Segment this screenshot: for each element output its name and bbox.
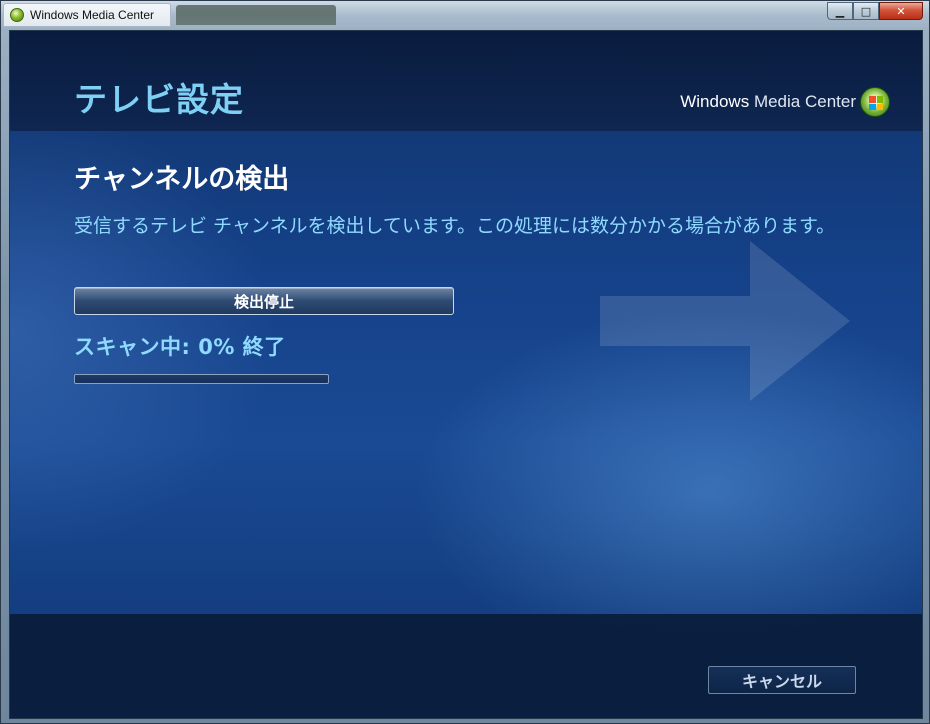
window-title-tab[interactable]: Windows Media Center (3, 3, 171, 27)
stop-detection-button[interactable]: 検出停止 (74, 287, 454, 315)
page-title: テレビ設定 (74, 80, 244, 119)
section-title: チャンネルの検出 (74, 164, 290, 195)
window-title: Windows Media Center (30, 8, 155, 22)
minimize-button[interactable]: ▁ (827, 2, 853, 20)
brand-secondary: Media Center (753, 92, 856, 111)
media-center-app-icon (10, 8, 24, 22)
description-text: 受信するテレビ チャンネルを検出しています。この処理には数分かかる場合があります… (74, 215, 836, 237)
arrow-decoration (600, 241, 850, 401)
brand-logo: Windows Media Center (680, 87, 890, 117)
background-window-tab (176, 5, 336, 25)
close-button[interactable]: ✕ (879, 2, 923, 20)
windows-orb-icon (860, 87, 890, 117)
scan-progress-bar (74, 374, 329, 384)
brand-primary: Windows (680, 92, 750, 111)
maximize-button[interactable]: □ (853, 2, 879, 20)
title-bar[interactable]: Windows Media Center ▁ □ ✕ (1, 1, 929, 29)
brand-text: Windows Media Center (680, 92, 856, 112)
app-window: Windows Media Center ▁ □ ✕ テレビ設定 Windows… (0, 0, 930, 724)
cancel-button[interactable]: キャンセル (708, 666, 856, 694)
media-center-client: テレビ設定 Windows Media Center チャンネルの検出 受信する… (9, 30, 923, 719)
scan-status: スキャン中: 0% 終了 (74, 335, 286, 359)
caption-buttons: ▁ □ ✕ (827, 2, 923, 20)
